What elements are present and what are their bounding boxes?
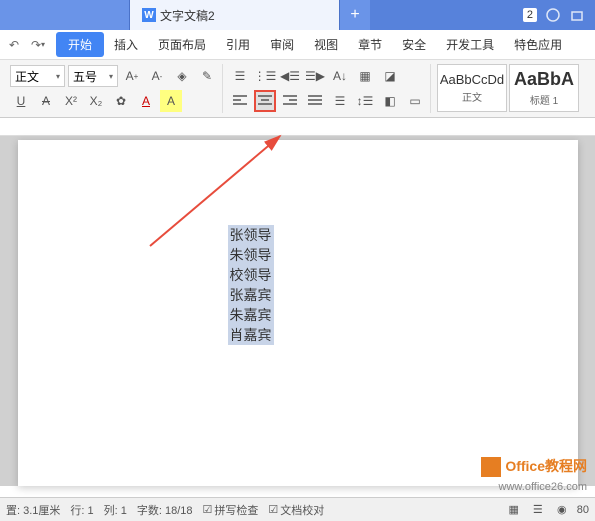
superscript-button[interactable]: X²: [60, 90, 82, 112]
underline-button[interactable]: U: [10, 90, 32, 112]
menu-insert[interactable]: 插入: [104, 32, 148, 57]
window-badge[interactable]: 2: [523, 8, 537, 22]
status-spellcheck[interactable]: ☑ 拼写检查: [203, 502, 259, 518]
highlight-button[interactable]: A: [160, 90, 182, 112]
ruler[interactable]: [0, 118, 595, 136]
shrink-font-button[interactable]: A-: [146, 65, 168, 87]
view-outline-button[interactable]: ☰: [529, 501, 547, 519]
titlebar: W 文字文稿2 + 2: [0, 0, 595, 30]
zoom-value[interactable]: 80: [577, 504, 589, 516]
style-normal[interactable]: AaBbCcDd 正文: [437, 64, 507, 112]
spellcheck-icon: ☑: [203, 503, 213, 516]
font-group: 正文▾ 五号▾ A+ A- ◈ ✎ U A X² X₂ ✿ A A: [6, 64, 223, 113]
redo-button[interactable]: ↷▾: [28, 35, 48, 55]
menu-view[interactable]: 视图: [304, 32, 348, 57]
menu-devtools[interactable]: 开发工具: [436, 32, 504, 57]
styles-group: AaBbCcDd 正文 AaBbA 标题 1: [433, 64, 583, 113]
tab-2-active[interactable]: W 文字文稿2: [130, 0, 340, 30]
line-1: 张领导: [228, 225, 274, 245]
text-selection[interactable]: 张领导 朱领导 校领导 张嘉宾 朱嘉宾 肖嘉宾: [228, 225, 274, 345]
menu-references[interactable]: 引用: [216, 32, 260, 57]
line-2: 朱领导: [228, 245, 274, 265]
clear-format-button[interactable]: ◈: [171, 65, 193, 87]
gift-icon[interactable]: [569, 7, 585, 23]
change-case-button[interactable]: ✎: [196, 65, 218, 87]
format-painter-button[interactable]: ✿: [110, 90, 132, 112]
align-right-button[interactable]: [279, 90, 301, 112]
align-left-button[interactable]: [229, 90, 251, 112]
menu-special[interactable]: 特色应用: [504, 32, 572, 57]
style-heading1[interactable]: AaBbA 标题 1: [509, 64, 579, 112]
view-print-button[interactable]: ▦: [505, 501, 523, 519]
tab-1[interactable]: [0, 0, 130, 30]
new-tab-button[interactable]: +: [340, 0, 370, 30]
status-line[interactable]: 行: 1: [70, 502, 93, 518]
menu-chapters[interactable]: 章节: [348, 32, 392, 57]
line-spacing-button[interactable]: ↕☰: [354, 90, 376, 112]
page[interactable]: 张领导 朱领导 校领导 张嘉宾 朱嘉宾 肖嘉宾: [18, 140, 578, 486]
subscript-button[interactable]: X₂: [85, 90, 107, 112]
shading-button[interactable]: ◪: [379, 65, 401, 87]
status-wordcount[interactable]: 字数: 18/18: [137, 502, 193, 518]
undo-redo-group: ↶ ↷▾: [4, 35, 48, 55]
border-button[interactable]: ▦: [354, 65, 376, 87]
menu-review[interactable]: 审阅: [260, 32, 304, 57]
grow-font-button[interactable]: A+: [121, 65, 143, 87]
style-combo[interactable]: 正文▾: [10, 65, 65, 87]
tab-group: W 文字文稿2 +: [0, 0, 370, 30]
status-position[interactable]: 置: 3.1厘米: [6, 502, 60, 518]
doc-icon: W: [142, 8, 156, 22]
line-3: 校领导: [228, 265, 274, 285]
doccheck-icon: ☑: [268, 503, 278, 516]
document-area: 张领导 朱领导 校领导 张嘉宾 朱嘉宾 肖嘉宾: [0, 136, 595, 486]
status-doccheck[interactable]: ☑ 文档校对: [268, 502, 324, 518]
numbering-button[interactable]: ⋮☰: [254, 65, 276, 87]
distribute-button[interactable]: ☰: [329, 90, 351, 112]
bullets-button[interactable]: ☰: [229, 65, 251, 87]
align-center-button[interactable]: [254, 90, 276, 112]
borders2-button[interactable]: ▭: [404, 90, 426, 112]
justify-button[interactable]: [304, 90, 326, 112]
status-column[interactable]: 列: 1: [104, 502, 127, 518]
menu-start[interactable]: 开始: [56, 32, 104, 57]
menu-pagelayout[interactable]: 页面布局: [148, 32, 216, 57]
line-5: 朱嘉宾: [228, 305, 274, 325]
decrease-indent-button[interactable]: ◀☰: [279, 65, 301, 87]
ribbon: 正文▾ 五号▾ A+ A- ◈ ✎ U A X² X₂ ✿ A A ☰ ⋮☰ ◀…: [0, 60, 595, 118]
undo-button[interactable]: ↶: [4, 35, 24, 55]
menu-security[interactable]: 安全: [392, 32, 436, 57]
increase-indent-button[interactable]: ☰▶: [304, 65, 326, 87]
sort-button[interactable]: A↓: [329, 65, 351, 87]
line-6: 肖嘉宾: [228, 325, 274, 345]
font-color-button[interactable]: A: [135, 90, 157, 112]
paragraph-group: ☰ ⋮☰ ◀☰ ☰▶ A↓ ▦ ◪ ☰ ↕☰ ◧ ▭: [225, 64, 431, 113]
statusbar: 置: 3.1厘米 行: 1 列: 1 字数: 18/18 ☑ 拼写检查 ☑ 文档…: [0, 497, 595, 521]
view-web-button[interactable]: ◉: [553, 501, 571, 519]
strike-button[interactable]: A: [35, 90, 57, 112]
status-right: ▦ ☰ ◉ 80: [505, 501, 589, 519]
skin-icon[interactable]: [545, 7, 561, 23]
titlebar-right: 2: [523, 7, 595, 23]
menubar: ↶ ↷▾ 开始 插入 页面布局 引用 审阅 视图 章节 安全 开发工具 特色应用: [0, 30, 595, 60]
line-4: 张嘉宾: [228, 285, 274, 305]
shading2-button[interactable]: ◧: [379, 90, 401, 112]
fontsize-combo[interactable]: 五号▾: [68, 65, 118, 87]
tab-2-label: 文字文稿2: [160, 7, 215, 24]
